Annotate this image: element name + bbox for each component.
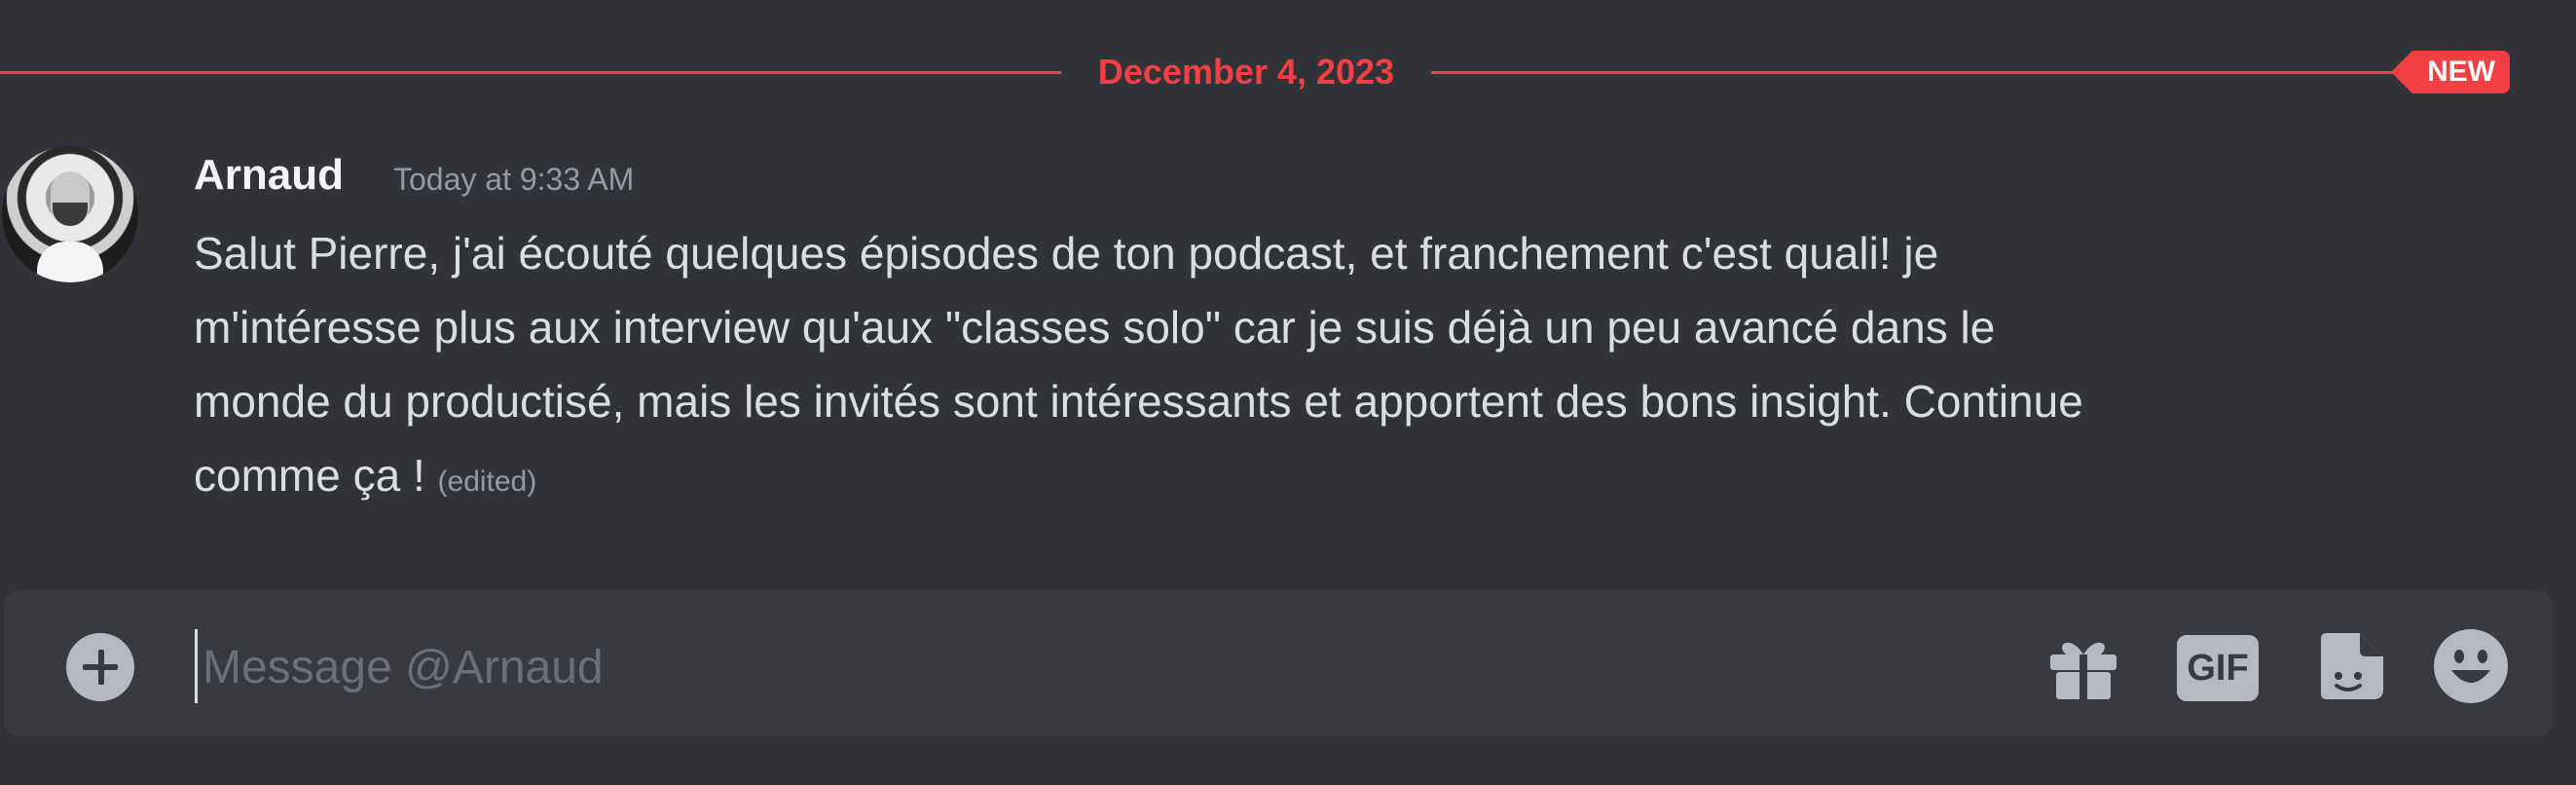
message-line: comme ça ! bbox=[194, 450, 425, 501]
message-content: Salut Pierre, j'ai écouté quelques épiso… bbox=[194, 216, 2433, 519]
edited-label: (edited) bbox=[437, 466, 537, 498]
date-divider: December 4, 2023 NEW bbox=[0, 39, 2576, 105]
message-timestamp: Today at 9:33 AM bbox=[393, 162, 635, 197]
divider-line-right bbox=[1431, 71, 2405, 74]
add-attachment-button[interactable] bbox=[66, 633, 134, 701]
sticker-icon[interactable] bbox=[2311, 627, 2389, 705]
divider-date: December 4, 2023 bbox=[1097, 52, 1395, 92]
message-input[interactable] bbox=[201, 627, 1957, 707]
message-line: Salut Pierre, j'ai écouté quelques épiso… bbox=[194, 228, 1939, 279]
new-messages-badge: NEW bbox=[2391, 51, 2510, 93]
divider-line-left bbox=[0, 71, 1061, 74]
gift-icon[interactable] bbox=[2044, 627, 2122, 705]
message-author[interactable]: Arnaud bbox=[194, 146, 344, 205]
message-composer: GIF bbox=[4, 590, 2553, 736]
text-caret bbox=[195, 629, 198, 703]
message-line: monde du productisé, mais les invités so… bbox=[194, 376, 2083, 427]
message-line: m'intéresse plus aux interview qu'aux "c… bbox=[194, 302, 1996, 353]
avatar[interactable] bbox=[2, 146, 138, 282]
emoji-icon[interactable] bbox=[2432, 627, 2510, 705]
gif-button[interactable]: GIF bbox=[2175, 627, 2259, 705]
gif-icon: GIF bbox=[2177, 635, 2259, 701]
